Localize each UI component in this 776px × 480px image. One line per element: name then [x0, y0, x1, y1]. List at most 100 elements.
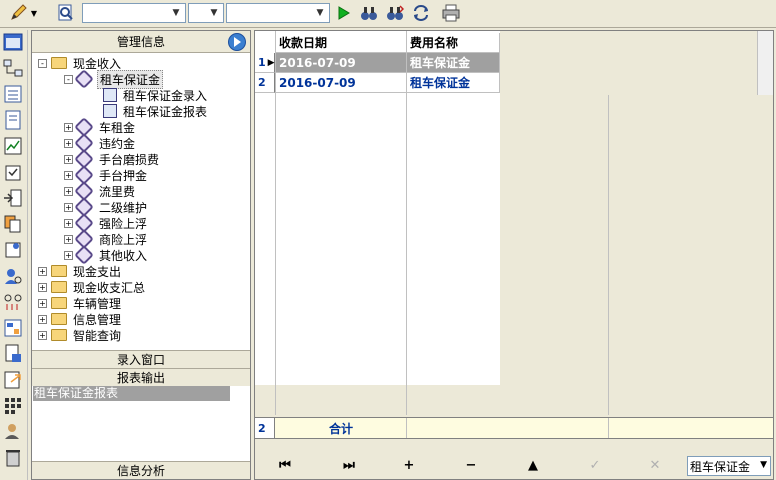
column-header-date[interactable]: 收款日期 — [276, 33, 407, 53]
cell-date[interactable]: 2016-07-09 — [276, 73, 407, 93]
cell-fee-name[interactable]: 租车保证金 — [407, 73, 500, 93]
section-report-output[interactable]: 报表输出 — [32, 368, 250, 386]
expand-icon[interactable]: + — [38, 314, 47, 324]
list-icon[interactable] — [3, 84, 23, 104]
folder-icon — [51, 313, 67, 325]
tree-item[interactable]: 租车保证金报表 — [90, 103, 209, 119]
tree-item-label: 车辆管理 — [73, 296, 122, 311]
settings-doc-icon[interactable] — [3, 240, 23, 260]
collapse-icon[interactable]: - — [38, 58, 47, 68]
tree-item-label: 智能查询 — [73, 328, 122, 343]
checklist-icon[interactable] — [3, 162, 23, 182]
tree-item-label: 现金收支汇总 — [73, 280, 146, 295]
refresh-button[interactable] — [410, 3, 432, 23]
user-search-icon[interactable] — [3, 266, 23, 286]
report-doc-icon[interactable] — [3, 344, 23, 364]
folder-icon — [51, 281, 67, 293]
cell-fee-name[interactable]: 租车保证金 — [407, 53, 500, 73]
expand-icon[interactable]: + — [38, 266, 47, 276]
expand-icon[interactable]: + — [64, 154, 73, 164]
row-number: 2 — [255, 73, 275, 93]
chart-icon[interactable] — [3, 136, 23, 156]
expand-icon[interactable]: + — [64, 234, 73, 244]
tree-item[interactable]: + 车租金 — [64, 117, 137, 137]
user-key-icon[interactable] — [3, 422, 23, 442]
document-icon[interactable] — [3, 110, 23, 130]
tree-item[interactable]: + 其他收入 — [64, 245, 149, 265]
tree-item[interactable]: + 现金收支汇总 — [38, 279, 147, 295]
expand-icon[interactable]: + — [64, 186, 73, 196]
tree-item[interactable]: + 手台押金 — [64, 165, 149, 185]
edit-record-button[interactable]: ▲ — [525, 457, 541, 473]
tree-item-label: 手台磨损费 — [99, 152, 160, 167]
window-icon[interactable] — [3, 32, 23, 52]
tree-item[interactable]: + 商险上浮 — [64, 229, 149, 249]
tree-item[interactable]: 租车保证金录入 — [90, 87, 209, 103]
glasses-icon[interactable] — [3, 292, 23, 312]
last-record-button[interactable]: ⏭ — [341, 457, 357, 473]
tree-item[interactable]: + 车辆管理 — [38, 295, 123, 311]
section-analysis-label: 信息分析 — [116, 464, 165, 478]
copy-icon[interactable] — [3, 214, 23, 234]
cancel-record-button[interactable]: ✕ — [647, 457, 663, 473]
binoculars-next-icon — [387, 5, 404, 20]
tree-item[interactable]: + 流里费 — [64, 181, 137, 201]
print-button[interactable] — [440, 3, 462, 23]
section-entry-window[interactable]: 录入窗口 — [32, 350, 250, 368]
report-list-item[interactable]: 租车保证金报表 — [33, 386, 230, 401]
run-button[interactable] — [336, 3, 352, 23]
collapse-arrow-icon[interactable] — [228, 33, 246, 51]
expand-icon[interactable]: + — [64, 218, 73, 228]
expand-icon[interactable]: + — [64, 170, 73, 180]
tree-item[interactable]: + 二级维护 — [64, 197, 149, 217]
expand-icon[interactable]: + — [38, 330, 47, 340]
filter-combo-2[interactable]: ▼ — [188, 3, 224, 23]
section-info-analysis[interactable]: 信息分析 — [32, 461, 250, 479]
tree-item[interactable]: + 信息管理 — [38, 311, 123, 327]
import-icon[interactable] — [3, 188, 23, 208]
expand-icon[interactable]: + — [64, 122, 73, 132]
form-icon[interactable] — [3, 318, 23, 338]
folder-icon — [51, 57, 67, 69]
document-icon — [103, 88, 117, 102]
expand-icon[interactable]: + — [64, 202, 73, 212]
fee-type-select[interactable]: 租车保证金 ▼ — [687, 456, 771, 476]
trash-icon[interactable] — [3, 448, 23, 468]
vertical-scrollbar[interactable] — [757, 31, 773, 95]
first-record-button[interactable]: ⏮ — [277, 457, 293, 473]
chevron-down-icon: ▼ — [172, 8, 180, 18]
preview-button[interactable] — [56, 3, 76, 23]
grid-icon[interactable] — [3, 396, 23, 416]
export-icon[interactable] — [3, 370, 23, 390]
filter-combo-1[interactable]: ▼ — [82, 3, 186, 23]
document-icon — [103, 104, 117, 118]
chevron-down-icon: ▼ — [316, 8, 324, 18]
post-record-button[interactable]: ✓ — [587, 457, 603, 473]
cell-date[interactable]: 2016-07-09 — [276, 53, 407, 73]
tree-item[interactable]: - 租车保证金 — [64, 69, 164, 89]
collapse-icon[interactable]: - — [64, 74, 73, 84]
tree-item[interactable]: + 强险上浮 — [64, 213, 149, 233]
filter-combo-3[interactable]: ▼ — [226, 3, 330, 23]
folder-icon — [51, 297, 67, 309]
summary-total-label: 合计 — [276, 418, 407, 438]
tree-item[interactable]: + 手台磨损费 — [64, 149, 161, 169]
find-button[interactable] — [358, 3, 380, 23]
delete-record-button[interactable]: − — [463, 457, 479, 473]
tree-item[interactable]: + 违约金 — [64, 133, 137, 153]
expand-icon[interactable]: + — [64, 138, 73, 148]
tree-item[interactable]: + 智能查询 — [38, 327, 123, 343]
expand-icon[interactable]: + — [64, 250, 73, 260]
expand-icon[interactable]: + — [38, 282, 47, 292]
expand-icon[interactable]: + — [38, 298, 47, 308]
pencil-dropdown-button[interactable]: ▼ — [6, 3, 40, 23]
tree-item[interactable]: + 现金支出 — [38, 263, 123, 279]
tree-item-label: 车租金 — [99, 120, 136, 135]
add-record-button[interactable]: + — [401, 457, 417, 473]
fee-type-select-value: 租车保证金 — [690, 459, 751, 474]
summary-cell — [407, 418, 609, 438]
tag-icon — [74, 69, 94, 89]
column-header-fee-name[interactable]: 费用名称 — [407, 33, 500, 53]
network-icon[interactable] — [3, 58, 23, 78]
find-next-button[interactable] — [384, 3, 406, 23]
